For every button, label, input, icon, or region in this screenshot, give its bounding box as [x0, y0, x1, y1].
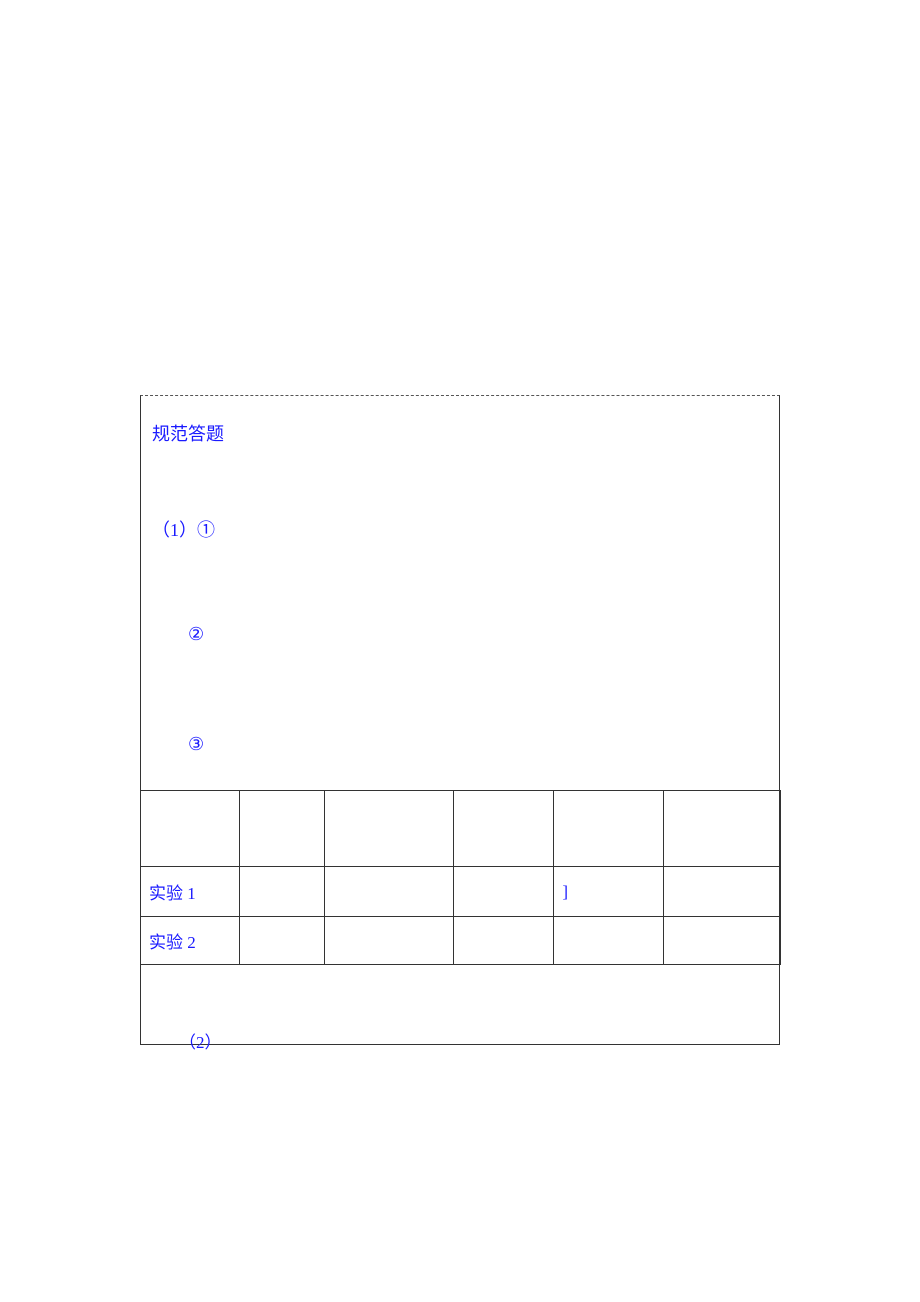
table-row: 实验 1 ] [141, 867, 781, 917]
table-cell [554, 917, 664, 965]
table-cell [239, 867, 324, 917]
table-cell: 实验 1 [141, 867, 240, 917]
table-cell [454, 867, 554, 917]
section-heading: 规范答题 [152, 420, 224, 446]
table-cell [324, 917, 454, 965]
answer-item-1: （1）① [152, 516, 215, 542]
table-cell [239, 917, 324, 965]
answer-item-3: ③ [188, 734, 204, 755]
table-row [141, 791, 781, 867]
table-cell [664, 867, 781, 917]
table-cell [324, 791, 454, 867]
table-row: 实验 2 [141, 917, 781, 965]
answer-item-2: ② [188, 624, 204, 645]
experiment-table: 实验 1 ] 实验 2 [140, 790, 781, 965]
table-cell: 实验 2 [141, 917, 240, 965]
bracket-text: ] [562, 882, 568, 901]
table-cell [324, 867, 454, 917]
table-cell [664, 917, 781, 965]
partial-item-2: （2） [179, 1028, 222, 1053]
table-cell [239, 791, 324, 867]
table-cell [141, 791, 240, 867]
table-cell [554, 791, 664, 867]
table-cell: ] [554, 867, 664, 917]
table-cell [454, 917, 554, 965]
table-cell [454, 791, 554, 867]
table-cell [664, 791, 781, 867]
